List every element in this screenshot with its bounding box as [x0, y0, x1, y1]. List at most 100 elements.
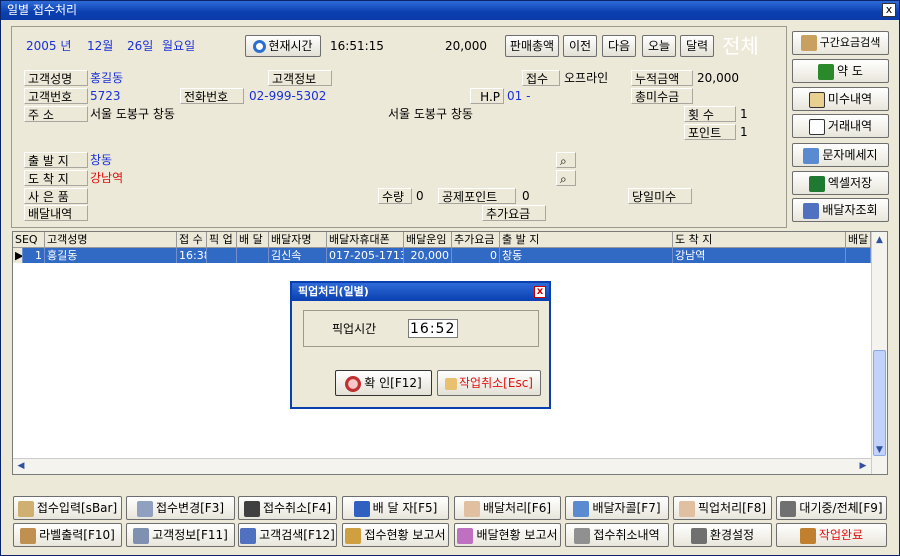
- prev-button[interactable]: 이전: [563, 35, 597, 57]
- cancel-history-button[interactable]: 접수취소내역: [565, 523, 669, 547]
- grid-header-extra[interactable]: 추가요금: [452, 232, 500, 248]
- point-label: 포인트: [684, 124, 736, 140]
- deduct-point-value: 0: [522, 189, 530, 203]
- vertical-scrollbar[interactable]: ▲ ▼: [871, 232, 887, 474]
- text-message-button[interactable]: 문자메세지: [792, 143, 889, 167]
- hand-pointer-icon: [345, 375, 362, 392]
- current-time: 16:51:15: [330, 39, 384, 53]
- window-title: 일별 접수처리: [7, 3, 78, 17]
- calendar-button[interactable]: 달력: [680, 35, 714, 57]
- phone-label: 전화번호: [180, 88, 244, 104]
- pickup-process-button[interactable]: 픽업처리[F8]: [673, 496, 772, 520]
- customer-icon: [133, 527, 150, 544]
- address-label: 주 소: [24, 106, 88, 122]
- horizontal-scrollbar[interactable]: ◀ ▶: [13, 458, 871, 474]
- print-icon: [20, 527, 37, 544]
- address-value-2: 서울 도봉구 창동: [388, 107, 473, 121]
- today-button[interactable]: 오늘: [642, 35, 676, 57]
- customer-search-button[interactable]: 고객검색[F12]: [238, 523, 337, 547]
- dialog-title-bar: 픽업처리(일별) x: [292, 283, 549, 301]
- all-label: 전체: [722, 34, 759, 58]
- close-button[interactable]: x: [882, 3, 896, 17]
- customer-info-label: 고객정보: [268, 70, 332, 86]
- transaction-history-button[interactable]: 거래내역: [792, 114, 889, 138]
- confirm-button[interactable]: 확 인[F12]: [335, 370, 432, 396]
- cell-courier-phone: 017-205-1713: [327, 248, 404, 263]
- grid-header-delivery2[interactable]: 배달: [846, 232, 871, 248]
- cancel-button[interactable]: 작업취소[Esc]: [437, 370, 541, 396]
- grid-header-receipt[interactable]: 접 수: [177, 232, 207, 248]
- receipt-report-button[interactable]: 접수현황 보고서: [342, 523, 449, 547]
- cancel-list-icon: [574, 527, 591, 544]
- receipt-cancel-button[interactable]: 접수취소[F4]: [238, 496, 337, 520]
- people-icon: [803, 202, 820, 219]
- destination-search-icon[interactable]: ⌕: [556, 170, 576, 186]
- origin-label: 출 발 지: [24, 152, 88, 168]
- search-icon: [240, 527, 257, 544]
- dialog-title: 픽업처리(일별): [298, 285, 369, 298]
- map-button[interactable]: 약 도: [792, 59, 889, 83]
- origin-search-icon[interactable]: ⌕: [556, 152, 576, 168]
- count-label: 횟 수: [684, 106, 736, 122]
- excel-save-button[interactable]: 엑셀저장: [792, 171, 889, 195]
- scroll-left-arrow[interactable]: ◀: [13, 459, 29, 474]
- cell-delivery2: [846, 248, 871, 263]
- scroll-up-arrow[interactable]: ▲: [872, 232, 887, 248]
- delivery-process-button[interactable]: 배달처리[F6]: [454, 496, 561, 520]
- cell-extra: 0: [452, 248, 500, 263]
- quantity-label: 수량: [378, 188, 412, 204]
- grid-header-courier[interactable]: 배달자명: [269, 232, 327, 248]
- date-day: 26일: [127, 39, 154, 53]
- scroll-down-arrow[interactable]: ▼: [872, 442, 887, 458]
- grid-header-pickup[interactable]: 픽 업: [207, 232, 237, 248]
- phone-value: 02-999-5302: [249, 89, 327, 103]
- receipt-value: 오프라인: [564, 71, 609, 85]
- work-complete-button[interactable]: 작업완료: [776, 523, 887, 547]
- section-fee-search-button[interactable]: 구간요금검색: [792, 31, 889, 55]
- grid-header-delivery[interactable]: 배 달: [237, 232, 269, 248]
- current-time-button[interactable]: 현재시간: [245, 35, 321, 57]
- edit-icon: [17, 500, 34, 517]
- total-amount-label: 누적금액: [631, 70, 693, 86]
- cancel-icon: [445, 377, 458, 390]
- courier-call-button[interactable]: 배달자콜[F7]: [565, 496, 669, 520]
- unpaid-history-button[interactable]: 미수내역: [792, 87, 889, 111]
- phone-icon: [573, 500, 590, 517]
- courier-search-button[interactable]: 배달자조회: [792, 198, 889, 222]
- settings-button[interactable]: 환경설정: [673, 523, 772, 547]
- pickup-time-input[interactable]: 16:52: [408, 319, 458, 338]
- date-year: 2005 년: [26, 39, 72, 53]
- grid-header-origin[interactable]: 출 발 지: [500, 232, 673, 248]
- grid-header-destination[interactable]: 도 착 지: [673, 232, 846, 248]
- scroll-thumb[interactable]: [873, 350, 886, 456]
- customer-no-value: 5723: [90, 89, 121, 103]
- grid-header-fee[interactable]: 배달운임: [404, 232, 452, 248]
- label-print-button[interactable]: 라벨출력[F10]: [13, 523, 122, 547]
- customer-info-button[interactable]: 고객정보[F11]: [126, 523, 235, 547]
- hand-icon: [808, 91, 825, 108]
- receipt-change-button[interactable]: 접수변경[F3]: [126, 496, 235, 520]
- cell-destination: 강남역: [673, 248, 846, 263]
- map-icon: [818, 63, 835, 80]
- grid-header-courier-phone[interactable]: 배달자휴대폰: [327, 232, 404, 248]
- cell-origin: 창동: [500, 248, 673, 263]
- dialog-close-button[interactable]: x: [534, 286, 546, 298]
- grid-header-customer[interactable]: 고객성명: [45, 232, 177, 248]
- message-icon: [803, 147, 820, 164]
- delivery-history-label: 배달내역: [24, 205, 88, 221]
- origin-value: 창동: [90, 153, 113, 167]
- waiting-all-button[interactable]: 대기중/전체[F9]: [776, 496, 887, 520]
- receipt-input-button[interactable]: 접수입력[sBar]: [13, 496, 122, 520]
- unpaid-total-label: 총미수금: [631, 88, 693, 104]
- courier-button[interactable]: 배 달 자[F5]: [342, 496, 449, 520]
- customer-no-label: 고객번호: [24, 88, 88, 104]
- map-search-icon: [800, 35, 817, 51]
- sales-total-button[interactable]: 판매총액: [505, 35, 559, 57]
- delivery-report-button[interactable]: 배달현황 보고서: [454, 523, 561, 547]
- hp-label: H.P: [470, 88, 504, 104]
- cell-fee: 20,000: [404, 248, 452, 263]
- grid-header-seq[interactable]: SEQ: [13, 232, 45, 248]
- customer-name-value: 홍길동: [90, 71, 124, 85]
- scroll-right-arrow[interactable]: ▶: [855, 459, 871, 474]
- next-button[interactable]: 다음: [602, 35, 636, 57]
